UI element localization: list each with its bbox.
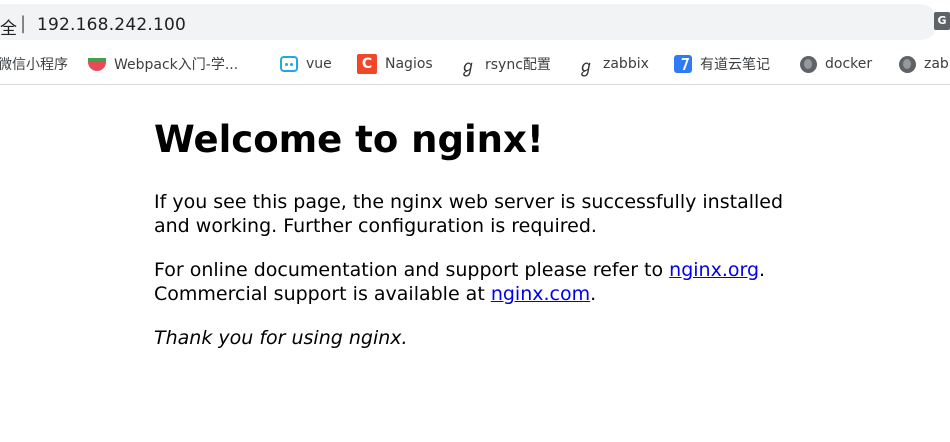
bookmark-label: docker — [825, 56, 873, 72]
bookmark-zabbix-2[interactable]: zab — [899, 44, 949, 84]
address-bar[interactable]: 全 | 192.168.242.100 — [0, 4, 938, 40]
bookmark-label: vue — [306, 56, 332, 72]
bilibili-tv-icon — [280, 56, 298, 72]
script-glyph-icon: ℊ — [459, 56, 477, 77]
globe-icon — [899, 55, 916, 73]
bookmark-label: Webpack入门-学... — [114, 57, 239, 73]
commercial-punct: . — [590, 283, 597, 305]
support-paragraph: For online documentation and support ple… — [154, 258, 794, 306]
bookmark-label: 微信小程序 — [0, 57, 68, 73]
bookmark-label: 有道云笔记 — [700, 57, 770, 73]
globe-icon — [800, 55, 817, 73]
watermelon-icon — [88, 57, 106, 71]
bookmark-youdao-note[interactable]: 有道云笔记 — [674, 44, 770, 84]
bookmark-label: zabbix — [603, 56, 649, 72]
page-content: Welcome to nginx! If you see this page, … — [154, 116, 794, 349]
url-text[interactable]: 192.168.242.100 — [37, 15, 186, 35]
security-indicator[interactable]: 全 — [0, 14, 17, 39]
nginx-org-link[interactable]: nginx.org — [669, 259, 759, 281]
support-text: For online documentation and support ple… — [154, 259, 670, 281]
nginx-com-link[interactable]: nginx.com — [491, 283, 590, 305]
bookmark-rsync[interactable]: ℊ rsync配置 — [459, 44, 551, 84]
bookmark-webpack[interactable]: Webpack入门-学... — [88, 44, 238, 84]
bookmark-label: zab — [924, 56, 949, 72]
bookmarks-bar: 微信小程序 Webpack入门-学... vue C Nagios ℊ rsyn… — [0, 44, 950, 85]
bookmark-label: rsync配置 — [485, 57, 551, 73]
bookmark-docker[interactable]: docker — [800, 44, 872, 84]
thanks-text: Thank you for using nginx. — [154, 327, 408, 349]
page-title: Welcome to nginx! — [154, 118, 544, 161]
bookmark-nagios[interactable]: C Nagios — [357, 44, 433, 84]
support-punct: . — [759, 259, 766, 281]
bookmark-label: Nagios — [385, 56, 433, 72]
commercial-text: Commercial support is available at — [154, 283, 491, 305]
intro-paragraph: If you see this page, the nginx web serv… — [154, 191, 784, 237]
address-separator: | — [20, 13, 27, 34]
bookmark-zabbix[interactable]: ℊ zabbix — [577, 44, 649, 84]
browser-toolbar: 全 | 192.168.242.100 G — [0, 0, 950, 44]
bookmark-vue[interactable]: vue — [280, 44, 332, 84]
youdao-note-icon — [674, 55, 692, 73]
nagios-c-icon: C — [357, 54, 377, 74]
bookmark-wechat-miniprogram[interactable]: 微信小程序 — [0, 44, 68, 84]
script-glyph-icon: ℊ — [577, 56, 595, 77]
translate-icon[interactable]: G — [934, 12, 950, 30]
